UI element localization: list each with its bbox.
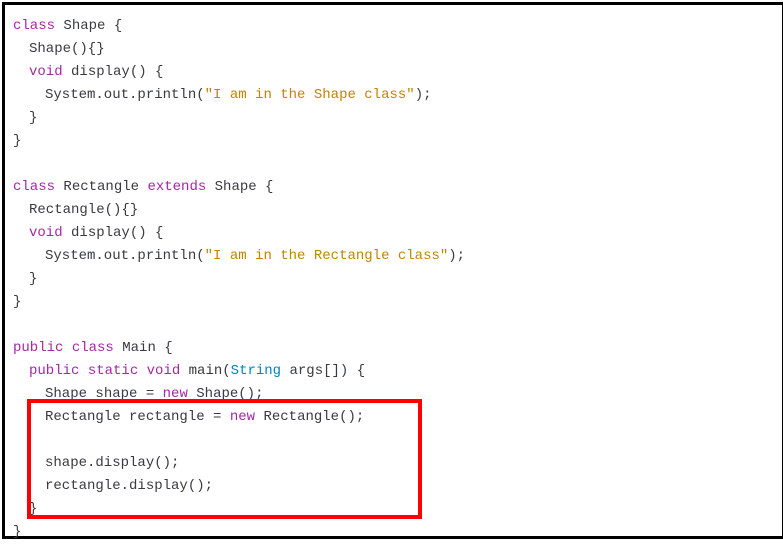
code-line: class Shape { xyxy=(13,15,774,38)
code-line: } xyxy=(13,498,774,521)
code-line: Shape shape = new Shape(); xyxy=(13,383,774,406)
code-line: Rectangle(){} xyxy=(13,199,774,222)
code-line: } xyxy=(13,107,774,130)
code-line: Shape(){} xyxy=(13,38,774,61)
code-line: } xyxy=(13,291,774,314)
type-string: String xyxy=(231,363,281,379)
code-line: rectangle.display(); xyxy=(13,475,774,498)
code-line: public static void main(String args[]) { xyxy=(13,360,774,383)
blank-line xyxy=(13,429,774,452)
code-line: class Rectangle extends Shape { xyxy=(13,176,774,199)
code-line: Rectangle rectangle = new Rectangle(); xyxy=(13,406,774,429)
code-line: System.out.println("I am in the Rectangl… xyxy=(13,245,774,268)
code-line: void display() { xyxy=(13,61,774,84)
code-line: void display() { xyxy=(13,222,774,245)
code-line: } xyxy=(13,130,774,153)
string-literal: "I am in the Shape class" xyxy=(205,87,415,103)
code-line: } xyxy=(13,521,774,544)
code-line: } xyxy=(13,268,774,291)
keyword-class: class xyxy=(13,18,55,34)
code-line: System.out.println("I am in the Shape cl… xyxy=(13,84,774,107)
code-line: public class Main { xyxy=(13,337,774,360)
blank-line xyxy=(13,314,774,337)
blank-line xyxy=(13,153,774,176)
code-block: class Shape { Shape(){} void display() {… xyxy=(2,2,783,539)
string-literal: "I am in the Rectangle class" xyxy=(205,248,449,264)
class-name: Shape xyxy=(55,18,105,34)
code-line: shape.display(); xyxy=(13,452,774,475)
